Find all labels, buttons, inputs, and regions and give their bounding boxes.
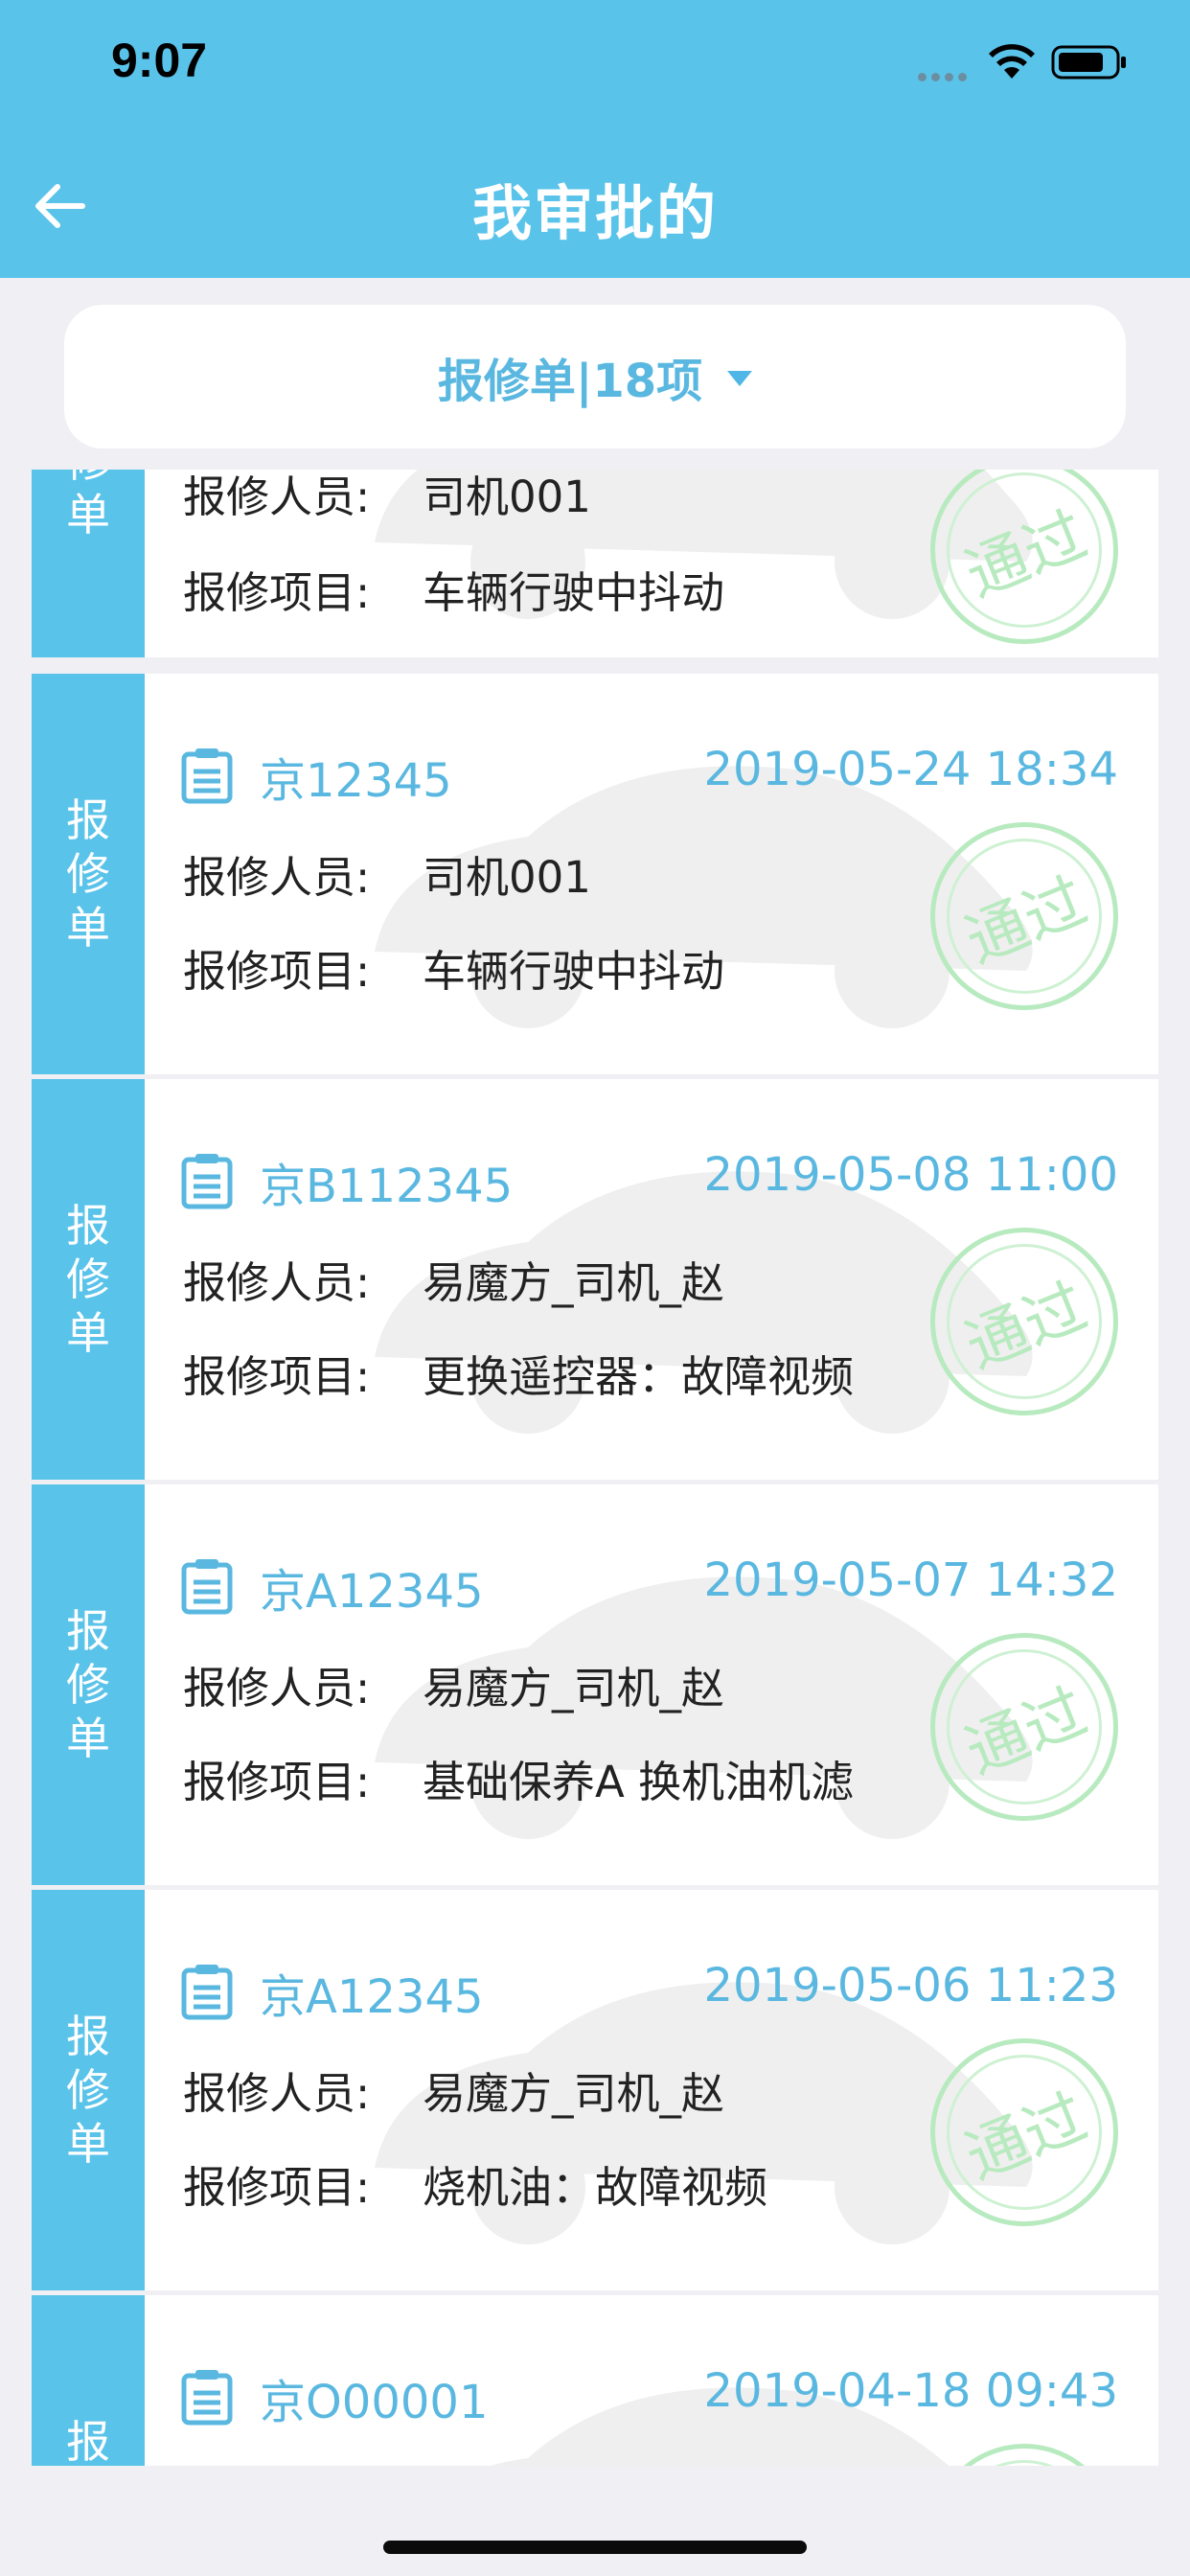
- caret-down-icon: [727, 371, 753, 386]
- item-row: 报修项目: 基础保养A 换机油机滤: [183, 1757, 855, 1807]
- plate-number: 京O00001: [260, 2376, 489, 2429]
- clipboard-icon: [181, 1965, 233, 2020]
- filter-label: 报修单|18项: [437, 355, 703, 408]
- filter-dropdown[interactable]: 报修单|18项: [64, 305, 1126, 448]
- plate-number: 京A12345: [260, 1970, 484, 2024]
- signal-icon: [918, 67, 972, 81]
- filter-bar: 报修单|18项: [0, 278, 1190, 470]
- plate-number: 京12345: [260, 754, 452, 808]
- timestamp: 2019-05-08 11:00: [703, 1148, 1118, 1202]
- wifi-icon: [989, 44, 1035, 79]
- approval-list: 报修单 报修人员:司机001 报修项目:车辆行驶中抖动 通过 报修单 京1234…: [32, 470, 1158, 2466]
- list-item[interactable]: 报修单 京12345 2019-05-24 18:34 报修人员: 司机001 报…: [32, 674, 1158, 1074]
- reporter-row: 报修人员: 司机001: [183, 472, 591, 522]
- timestamp: 2019-05-07 14:32: [703, 1553, 1118, 1607]
- card-type-label: 报修单: [32, 1484, 145, 1885]
- clipboard-icon: [181, 2370, 233, 2426]
- clipboard-icon: [181, 1154, 233, 1209]
- battery-icon: [1051, 45, 1126, 80]
- card-type-label: 报修单: [32, 470, 145, 657]
- item-row: 报修项目: 车辆行驶中抖动: [183, 946, 725, 997]
- status-time: 9:07: [111, 34, 208, 87]
- clipboard-icon: [181, 748, 233, 804]
- reporter-row: 报修人员: 易魔方_司机_赵: [183, 1663, 725, 1714]
- list-item[interactable]: 报修单 京O00001 2019-04-18 09:43 通过: [32, 2295, 1158, 2466]
- home-indicator[interactable]: [383, 2541, 807, 2554]
- app-header: 9:07 我审批的: [0, 0, 1190, 278]
- reporter-row: 报修人员: 司机001: [183, 852, 591, 903]
- reporter-row: 报修人员: 易魔方_司机_赵: [183, 2068, 725, 2119]
- item-row: 报修项目: 更换遥控器：故障视频: [183, 1351, 855, 1402]
- timestamp: 2019-04-18 09:43: [703, 2364, 1118, 2418]
- home-indicator-area: [0, 2466, 1190, 2576]
- item-row: 报修项目: 车辆行驶中抖动: [183, 567, 725, 618]
- card-type-label: 报修单: [32, 1890, 145, 2290]
- list-item[interactable]: 报修单 报修人员:司机001 报修项目:车辆行驶中抖动 通过: [32, 470, 1158, 657]
- list-item[interactable]: 报修单 京A12345 2019-05-06 11:23 报修人员: 易魔方_司机…: [32, 1890, 1158, 2290]
- clipboard-icon: [181, 1559, 233, 1615]
- card-type-label: 报修单: [32, 2295, 145, 2466]
- card-type-label: 报修单: [32, 1079, 145, 1480]
- timestamp: 2019-05-06 11:23: [703, 1959, 1118, 2012]
- item-row: 报修项目: 烧机油：故障视频: [183, 2162, 768, 2213]
- list-item[interactable]: 报修单 京B112345 2019-05-08 11:00 报修人员: 易魔方_司…: [32, 1079, 1158, 1480]
- card-type-label: 报修单: [32, 674, 145, 1074]
- list-item[interactable]: 报修单 京A12345 2019-05-07 14:32 报修人员: 易魔方_司机…: [32, 1484, 1158, 1885]
- plate-number: 京A12345: [260, 1565, 484, 1619]
- timestamp: 2019-05-24 18:34: [703, 743, 1118, 796]
- plate-number: 京B112345: [260, 1160, 514, 1213]
- reporter-row: 报修人员: 易魔方_司机_赵: [183, 1257, 725, 1308]
- page-title: 我审批的: [471, 178, 718, 248]
